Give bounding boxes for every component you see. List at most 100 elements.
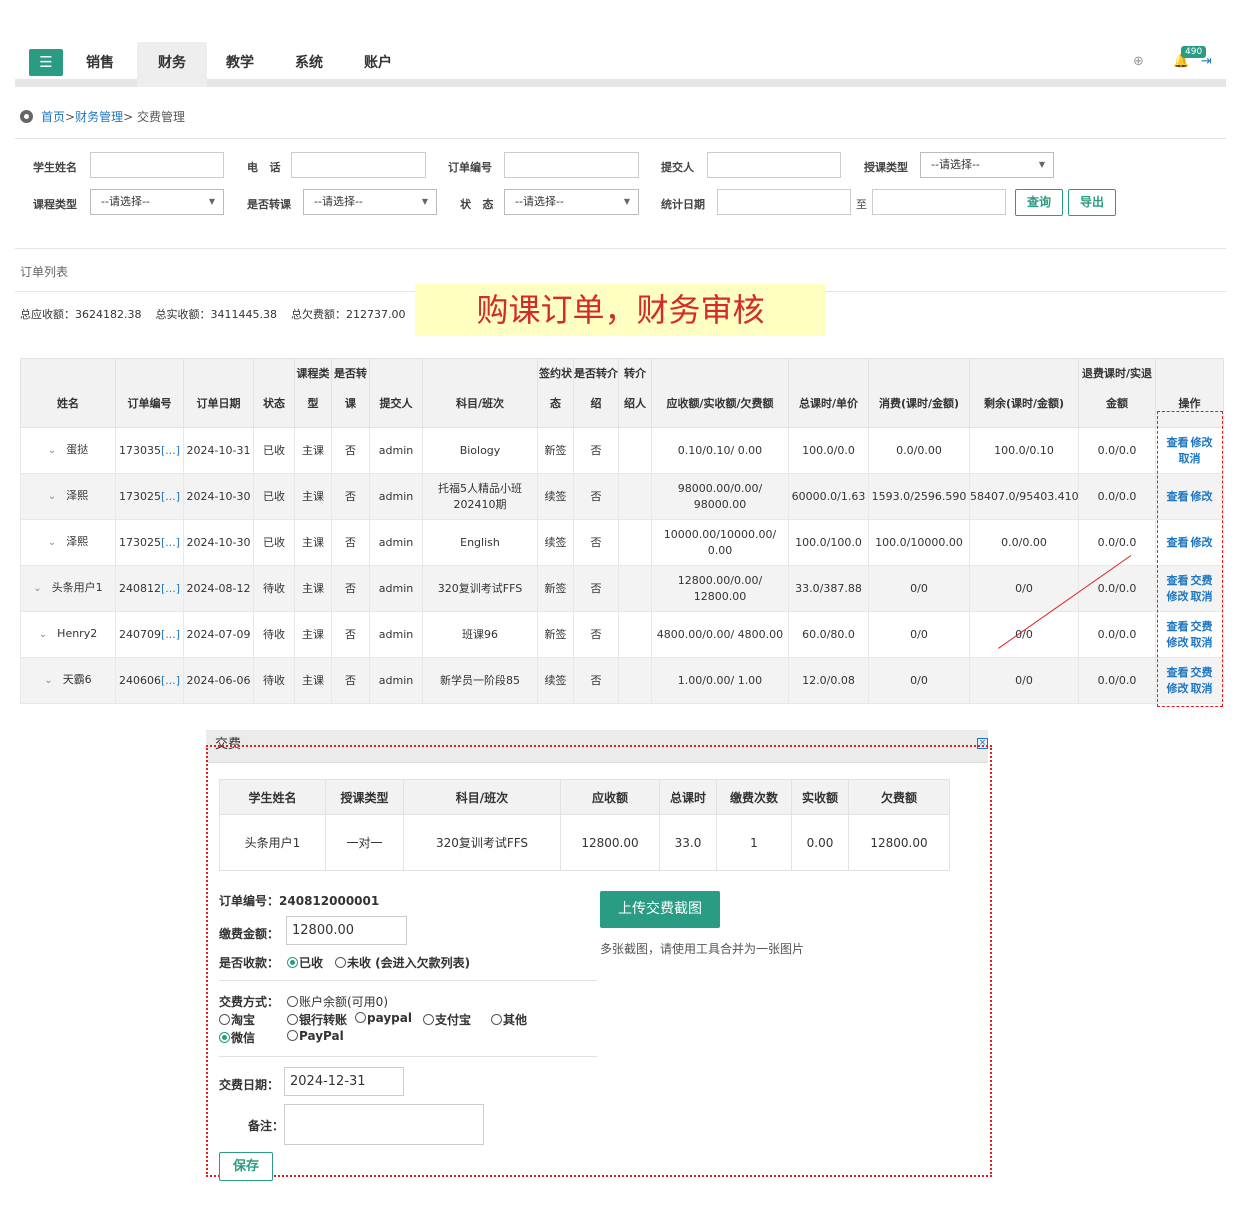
order-no-more-link[interactable]: [...] bbox=[161, 674, 180, 687]
received-yes-radio[interactable]: 已收 bbox=[287, 954, 323, 971]
order-no-more-link[interactable]: [...] bbox=[161, 536, 180, 549]
pay-date-label: 交费日期： bbox=[219, 1078, 280, 1092]
method-paypal-lower-radio[interactable]: paypal bbox=[355, 1011, 412, 1025]
received-no-radio[interactable]: 未收 (会进入欠款列表) bbox=[335, 954, 470, 971]
consumed-cell: 0/0 bbox=[868, 611, 970, 658]
method-alipay-radio[interactable]: 支付宝 bbox=[423, 1011, 471, 1028]
transfer-select[interactable]: --请选择-- ▼ bbox=[303, 189, 437, 215]
method-wechat-radio[interactable]: 微信 bbox=[219, 1029, 255, 1046]
breadcrumb-home[interactable]: 首页 bbox=[41, 110, 65, 124]
referrer-cell bbox=[618, 519, 652, 566]
fee-summary-table: 学生姓名 授课类型 科目/班次 应收额 总课时 缴费次数 实收额 欠费额 头条用户1 一对一 32… bbox=[219, 779, 950, 871]
phone-input[interactable] bbox=[291, 152, 426, 178]
status-label: 状 态 bbox=[460, 198, 494, 211]
sign-cell: 续签 bbox=[537, 657, 574, 704]
method-bank-radio[interactable]: 银行转账 bbox=[287, 1011, 347, 1028]
expand-chevron-icon[interactable]: ⌄ bbox=[48, 537, 56, 548]
course-type-select[interactable]: --请选择-- ▼ bbox=[90, 189, 224, 215]
save-button[interactable]: 保存 bbox=[219, 1152, 273, 1181]
expand-chevron-icon[interactable]: ⌄ bbox=[33, 583, 41, 594]
support-icon[interactable]: ⊕ bbox=[1133, 54, 1144, 69]
method-other-radio[interactable]: 其他 bbox=[491, 1011, 527, 1028]
referral: 否 bbox=[590, 535, 602, 549]
query-button[interactable]: 查询 bbox=[1015, 189, 1063, 216]
refund: 0.0/0.0 bbox=[1097, 673, 1137, 687]
student-name-cell[interactable]: ⌄ 蛋挞 bbox=[20, 427, 116, 474]
order-no-input[interactable] bbox=[504, 152, 639, 178]
received-status-label: 是否收款： bbox=[219, 956, 280, 970]
student-name-input[interactable] bbox=[90, 152, 224, 178]
date-to-input[interactable] bbox=[872, 189, 1006, 215]
breadcrumb-finance[interactable]: 财务管理 bbox=[75, 110, 123, 124]
expand-chevron-icon[interactable]: ⌄ bbox=[44, 675, 52, 686]
student-name-cell[interactable]: ⌄ Henry2 bbox=[20, 611, 116, 658]
transfer-cell: 否 bbox=[331, 519, 370, 566]
transfer-cell: 否 bbox=[331, 565, 370, 612]
refund: 0.0/0.0 bbox=[1097, 443, 1137, 457]
status-cell: 待收 bbox=[253, 657, 295, 704]
upload-screenshot-button[interactable]: 上传交费截图 bbox=[600, 891, 720, 928]
nav-item-finance[interactable]: 财务 bbox=[137, 42, 207, 87]
received-label: 总实收额： bbox=[155, 308, 211, 321]
export-button[interactable]: 导出 bbox=[1068, 189, 1116, 216]
received-value: 3411445.38 bbox=[210, 308, 277, 321]
student-name: 泽熙 bbox=[66, 535, 89, 548]
method-alipay-label: 支付宝 bbox=[435, 1013, 472, 1027]
method-balance-radio[interactable]: 账户余额(可用0) bbox=[287, 993, 388, 1010]
course-type-cell: 主课 bbox=[294, 473, 332, 520]
order-no-more-link[interactable]: [...] bbox=[161, 490, 180, 503]
status-select[interactable]: --请选择-- ▼ bbox=[504, 189, 639, 215]
referrer-cell bbox=[618, 611, 652, 658]
status-cell: 已收 bbox=[253, 473, 295, 520]
order-no-more-link[interactable]: [...] bbox=[161, 444, 180, 457]
referral-cell: 否 bbox=[573, 611, 619, 658]
nav-item-account[interactable]: 账户 bbox=[343, 42, 413, 87]
submitter: admin bbox=[378, 581, 414, 595]
course-type: 主课 bbox=[302, 489, 324, 503]
method-balance-label: 账户余额(可用0) bbox=[299, 995, 388, 1009]
student-name-cell[interactable]: ⌄ 泽熙 bbox=[20, 519, 116, 566]
submitter-cell: admin bbox=[369, 519, 423, 566]
method-paypal-radio[interactable]: PayPal bbox=[287, 1029, 344, 1043]
referrer-cell bbox=[618, 473, 652, 520]
hamburger-icon[interactable]: ☰ bbox=[29, 49, 63, 76]
expand-chevron-icon[interactable]: ⌄ bbox=[48, 491, 56, 502]
submitter-input[interactable] bbox=[707, 152, 841, 178]
table-row: ⌄ 泽熙 173025[...] 2024-10-30 已收 主课否 admin 托福5人精品… bbox=[20, 473, 1224, 520]
nav-item-sales[interactable]: 销售 bbox=[65, 42, 135, 87]
note-textarea[interactable] bbox=[284, 1104, 484, 1145]
date: 2024-07-09 bbox=[186, 627, 251, 641]
referrer-cell bbox=[618, 427, 652, 474]
student-name-cell[interactable]: ⌄ 天霸6 bbox=[20, 657, 116, 704]
nav-item-system[interactable]: 系统 bbox=[274, 42, 344, 87]
hours-price-cell: 100.0/0.0 bbox=[788, 427, 869, 474]
order-no: 240606 bbox=[118, 673, 161, 687]
teach-type-select[interactable]: --请选择-- ▼ bbox=[920, 152, 1054, 178]
order-no-cell: 240812[...] bbox=[115, 565, 184, 612]
subject-cell: Biology bbox=[422, 427, 538, 474]
student-name-cell[interactable]: ⌄ 头条用户1 bbox=[20, 565, 116, 612]
radio-icon bbox=[423, 1014, 434, 1025]
date-from-input[interactable] bbox=[717, 189, 851, 215]
date-label: 统计日期 bbox=[661, 198, 705, 211]
pay-date-input[interactable]: 2024-12-31 bbox=[284, 1067, 404, 1096]
amounts: 0.10/0.10/ 0.00 bbox=[677, 443, 763, 457]
order-no-more-link[interactable]: [...] bbox=[161, 628, 180, 641]
fee-cell: 12800.00 bbox=[560, 814, 660, 871]
amount-input[interactable]: 12800.00 bbox=[286, 916, 407, 945]
nav-item-teaching[interactable]: 教学 bbox=[205, 42, 275, 87]
order-no-cell: 173025[...] bbox=[115, 473, 184, 520]
expand-chevron-icon[interactable]: ⌄ bbox=[48, 445, 56, 456]
student-name-cell[interactable]: ⌄ 泽熙 bbox=[20, 473, 116, 520]
expand-chevron-icon[interactable]: ⌄ bbox=[39, 629, 47, 640]
order-no-value: 240812000001 bbox=[279, 894, 380, 908]
referral: 否 bbox=[590, 489, 602, 503]
fee-cell: 1 bbox=[716, 814, 792, 871]
column-header: 消费(课时/金额) bbox=[868, 358, 970, 428]
referral-cell: 否 bbox=[573, 565, 619, 612]
order-no-more-link[interactable]: [...] bbox=[161, 582, 180, 595]
order-no-cell: 240709[...] bbox=[115, 611, 184, 658]
refund: 0.0/0.0 bbox=[1097, 581, 1137, 595]
method-taobao-radio[interactable]: 淘宝 bbox=[219, 1011, 255, 1028]
logout-icon[interactable]: ⇥ bbox=[1201, 54, 1212, 69]
